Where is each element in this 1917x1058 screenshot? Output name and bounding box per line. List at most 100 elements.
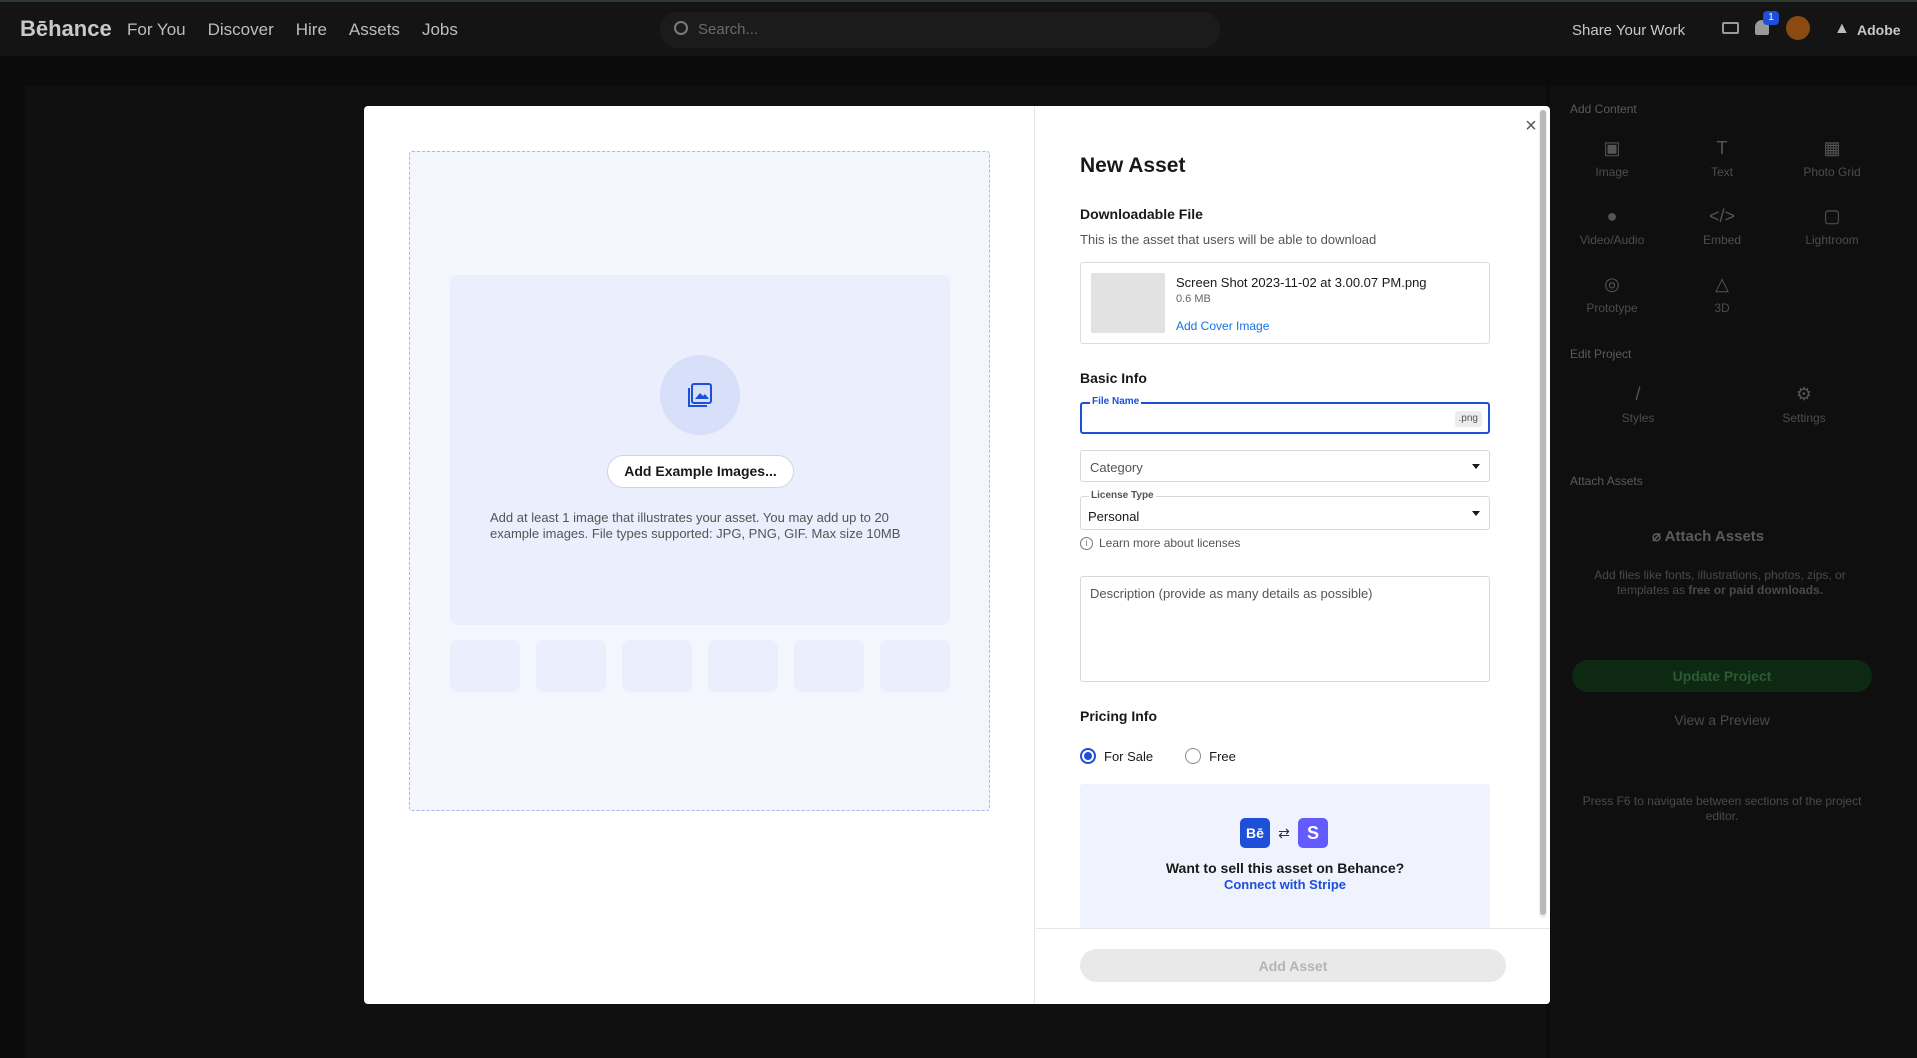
- for-sale-label[interactable]: For Sale: [1104, 749, 1153, 764]
- thumbnail-slot[interactable]: [450, 640, 520, 692]
- pricing-radio-group: For Sale Free: [1080, 748, 1268, 764]
- search-input[interactable]: Search...: [660, 12, 1220, 48]
- nav-jobs[interactable]: Jobs: [422, 20, 458, 40]
- lightroom-icon: ▢: [1823, 206, 1841, 226]
- search-icon: [674, 21, 688, 35]
- mail-icon[interactable]: [1722, 22, 1739, 34]
- prototype-icon: ◎: [1604, 274, 1620, 294]
- example-thumbnails: [450, 640, 950, 692]
- form-scrollbar[interactable]: [1539, 110, 1547, 918]
- tool-image[interactable]: ▣ Image: [1562, 138, 1662, 179]
- attach-assets-heading: Attach Assets: [1570, 474, 1643, 488]
- free-label[interactable]: Free: [1209, 749, 1236, 764]
- f6-navigation-note: Press F6 to navigate between sections of…: [1582, 794, 1862, 823]
- file-thumbnail: [1091, 273, 1165, 333]
- image-icon: ▣: [1603, 138, 1621, 158]
- tool-photo-grid[interactable]: ▦ Photo Grid: [1782, 138, 1882, 179]
- pricing-info-heading: Pricing Info: [1080, 708, 1157, 724]
- file-extension-badge: .png: [1454, 411, 1482, 427]
- license-type-select[interactable]: License Type Personal: [1080, 490, 1490, 530]
- swap-icon: ⇄: [1278, 824, 1290, 841]
- tool-3d[interactable]: △ 3D: [1672, 274, 1772, 315]
- example-images-dropzone[interactable]: Add Example Images... Add at least 1 ima…: [409, 151, 990, 811]
- info-icon: i: [1080, 536, 1093, 550]
- stripe-logos: Bē ⇄ S: [1240, 818, 1328, 848]
- main-nav: For You Discover Hire Assets Jobs: [127, 20, 480, 40]
- tool-lightroom[interactable]: ▢ Lightroom: [1782, 206, 1882, 247]
- view-preview-link[interactable]: View a Preview: [1572, 712, 1872, 728]
- license-type-label: License Type: [1089, 490, 1156, 501]
- category-select[interactable]: Category: [1080, 450, 1490, 482]
- edit-project-heading: Edit Project: [1570, 347, 1632, 361]
- brush-icon: /: [1635, 384, 1641, 404]
- modal-footer: Add Asset: [1036, 928, 1550, 1004]
- play-icon: ●: [1606, 206, 1618, 226]
- nav-hire[interactable]: Hire: [296, 20, 327, 40]
- tool-embed[interactable]: </> Embed: [1672, 206, 1772, 247]
- avatar[interactable]: [1786, 16, 1810, 40]
- add-asset-button[interactable]: Add Asset: [1080, 949, 1506, 982]
- nav-for-you[interactable]: For You: [127, 20, 186, 40]
- thumbnail-slot[interactable]: [536, 640, 606, 692]
- add-example-images-button[interactable]: Add Example Images...: [607, 455, 794, 488]
- stripe-question: Want to sell this asset on Behance?: [1165, 860, 1405, 876]
- scrollbar-thumb[interactable]: [1540, 110, 1546, 915]
- thumbnail-slot[interactable]: [622, 640, 692, 692]
- for-sale-radio[interactable]: [1080, 748, 1096, 764]
- description-placeholder: Description (provide as many details as …: [1090, 586, 1373, 601]
- nav-assets[interactable]: Assets: [349, 20, 400, 40]
- attach-assets-button[interactable]: ⌀ Attach Assets: [1652, 527, 1764, 545]
- downloadable-file-card: Screen Shot 2023-11-02 at 3.00.07 PM.png…: [1080, 262, 1490, 344]
- images-icon: [688, 383, 712, 407]
- description-textarea[interactable]: Description (provide as many details as …: [1080, 576, 1490, 682]
- learn-more-licenses-link[interactable]: Learn more about licenses: [1099, 536, 1240, 550]
- adobe-link[interactable]: Adobe: [1857, 22, 1901, 38]
- main-image-slot[interactable]: Add Example Images... Add at least 1 ima…: [450, 275, 950, 625]
- chevron-down-icon: [1472, 464, 1480, 469]
- behance-icon: Bē: [1240, 818, 1270, 848]
- tool-prototype[interactable]: ◎ Prototype: [1562, 274, 1662, 315]
- close-icon[interactable]: ×: [1520, 115, 1542, 137]
- 3d-icon: △: [1715, 274, 1729, 294]
- add-cover-image-link[interactable]: Add Cover Image: [1176, 319, 1269, 333]
- chevron-down-icon: [1472, 511, 1480, 516]
- nav-discover[interactable]: Discover: [208, 20, 274, 40]
- attach-assets-help: Add files like fonts, illustrations, pho…: [1594, 568, 1846, 597]
- file-name: Screen Shot 2023-11-02 at 3.00.07 PM.png: [1176, 275, 1427, 290]
- search-placeholder: Search...: [698, 21, 759, 38]
- stripe-icon: S: [1298, 818, 1328, 848]
- basic-info-heading: Basic Info: [1080, 370, 1147, 386]
- connect-with-stripe-link[interactable]: Connect with Stripe: [1080, 877, 1490, 892]
- file-size: 0.6 MB: [1176, 293, 1211, 305]
- example-images-help: Add at least 1 image that illustrates yo…: [490, 510, 901, 541]
- thumbnail-slot[interactable]: [880, 640, 950, 692]
- top-navigation-bar: Bēhance For You Discover Hire Assets Job…: [0, 0, 1917, 56]
- category-placeholder: Category: [1090, 460, 1143, 475]
- example-images-pane: Add Example Images... Add at least 1 ima…: [364, 106, 1035, 1004]
- file-name-field[interactable]: File Name .png: [1080, 396, 1490, 434]
- paperclip-icon: ⌀: [1652, 528, 1665, 545]
- asset-form: New Asset Downloadable File This is the …: [1036, 106, 1550, 928]
- update-project-button[interactable]: Update Project: [1572, 660, 1872, 692]
- add-content-heading: Add Content: [1570, 102, 1637, 116]
- tool-text[interactable]: T Text: [1672, 138, 1772, 179]
- stripe-connect-box: Bē ⇄ S Want to sell this asset on Behanc…: [1080, 784, 1490, 928]
- downloadable-file-description: This is the asset that users will be abl…: [1080, 232, 1377, 247]
- new-asset-modal: Add Example Images... Add at least 1 ima…: [364, 106, 1550, 1004]
- modal-title: New Asset: [1080, 154, 1186, 177]
- tool-styles[interactable]: / Styles: [1588, 384, 1688, 425]
- code-icon: </>: [1708, 206, 1736, 226]
- notification-badge: 1: [1763, 11, 1779, 25]
- thumbnail-slot[interactable]: [794, 640, 864, 692]
- share-your-work-link[interactable]: Share Your Work: [1572, 22, 1685, 39]
- tool-settings[interactable]: ⚙ Settings: [1754, 384, 1854, 425]
- photo-grid-icon: ▦: [1823, 138, 1841, 158]
- license-info-row[interactable]: i Learn more about licenses: [1080, 536, 1240, 550]
- text-icon: T: [1716, 138, 1728, 158]
- tool-video-audio[interactable]: ● Video/Audio: [1562, 206, 1662, 247]
- asset-form-pane: New Asset Downloadable File This is the …: [1036, 106, 1550, 1004]
- thumbnail-slot[interactable]: [708, 640, 778, 692]
- behance-logo[interactable]: Bēhance: [20, 16, 112, 42]
- free-radio[interactable]: [1185, 748, 1202, 764]
- downloadable-file-heading: Downloadable File: [1080, 206, 1203, 222]
